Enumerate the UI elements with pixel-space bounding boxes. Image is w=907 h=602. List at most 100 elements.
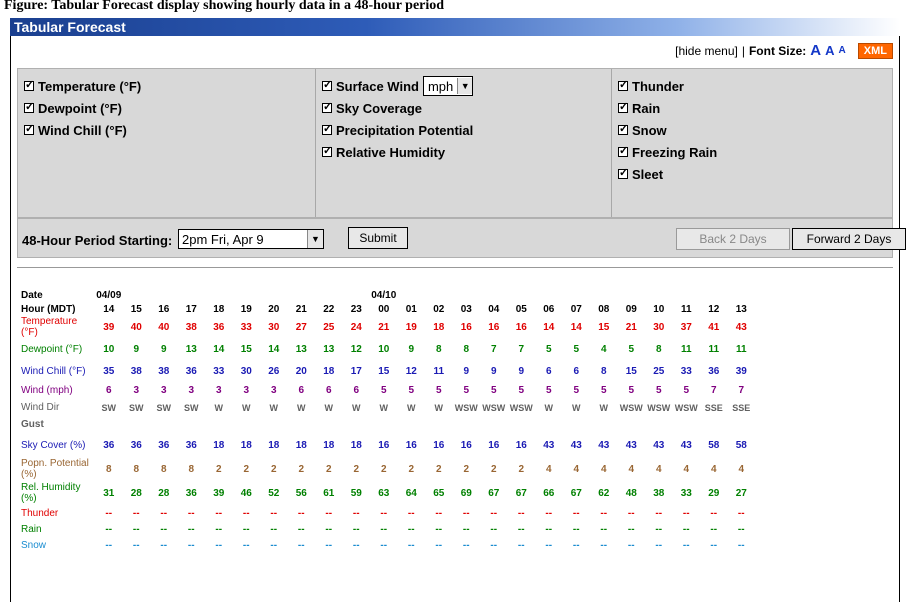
value-cell: 16 [488, 321, 500, 333]
value-cell: 9 [408, 343, 415, 355]
date-cell [425, 288, 453, 302]
value-cell: 18 [240, 439, 252, 451]
chevron-down-icon[interactable]: ▼ [457, 78, 473, 94]
value-cell: 35 [103, 365, 115, 377]
value-cell: -- [105, 523, 113, 535]
value-cell: 36 [185, 487, 197, 499]
row-temperature: Temperature (°F) 39 40 40 38 36 33 30 27 25 24 21 19… [21, 316, 755, 338]
hide-menu-link[interactable]: [hide menu] [675, 44, 738, 58]
checkbox-rain[interactable] [618, 100, 628, 113]
date-cell [288, 288, 316, 302]
value-cell: 43 [680, 439, 692, 451]
checkbox-temperature[interactable] [24, 78, 34, 91]
option-sky-coverage[interactable]: Sky Coverage [322, 97, 605, 119]
value-cell: SW [101, 402, 117, 413]
checkbox-snow[interactable] [618, 122, 628, 135]
checkbox-sky-coverage[interactable] [322, 100, 332, 113]
checkbox-thunder[interactable] [618, 78, 628, 91]
value-cell [288, 416, 316, 433]
value-cell: 2 [518, 463, 525, 475]
value-cell: 8 [600, 365, 607, 377]
value-cell: 11 [680, 343, 692, 355]
font-size-large-link[interactable]: A [810, 42, 821, 59]
value-cell: 11 [735, 343, 747, 355]
value-cell: W [572, 402, 581, 413]
checkbox-precipitation-potential[interactable] [322, 122, 332, 135]
font-size-medium-link[interactable]: A [825, 43, 834, 58]
value-cell [480, 416, 508, 433]
option-dewpoint[interactable]: Dewpoint (°F) [24, 97, 309, 119]
value-cell: 16 [460, 321, 472, 333]
value-cell: -- [187, 539, 195, 551]
row-label: Snow [21, 539, 47, 551]
value-cell: -- [655, 523, 663, 535]
value-cell: 16 [433, 439, 445, 451]
row-label: Wind (mph) [21, 385, 73, 396]
option-freezing-rain[interactable]: Freezing Rain [618, 141, 886, 163]
checkbox-relative-humidity[interactable] [322, 144, 332, 157]
date-cell [645, 288, 673, 302]
option-thunder[interactable]: Thunder [618, 75, 886, 97]
hour-cell: 17 [185, 303, 197, 315]
wind-unit-select[interactable]: mph ▼ [422, 76, 474, 96]
hour-cell: 01 [405, 303, 417, 315]
value-cell: 36 [213, 321, 225, 333]
value-cell: W [214, 402, 224, 413]
value-cell [453, 416, 481, 433]
value-cell: 8 [435, 343, 442, 355]
row-date: Date 04/09 04/10 [21, 288, 755, 302]
hour-cell: 10 [653, 303, 665, 315]
back-2-days-button[interactable]: Back 2 Days [676, 228, 790, 250]
option-temperature[interactable]: Temperature (°F) [24, 75, 309, 97]
hour-cell: 14 [103, 303, 115, 315]
checkbox-surface-wind[interactable] [322, 78, 332, 91]
value-cell: 14 [268, 343, 280, 355]
value-cell: 39 [213, 487, 225, 499]
hour-cell: 18 [213, 303, 225, 315]
period-select[interactable]: 2pm Fri, Apr 9 ▼ [178, 229, 324, 249]
value-cell: 58 [708, 439, 720, 451]
hour-cell: 16 [158, 303, 170, 315]
value-cell [123, 416, 151, 433]
hour-cell: 08 [598, 303, 610, 315]
value-cell: W [324, 402, 334, 413]
row-label: Rain [21, 523, 42, 535]
option-sleet[interactable]: Sleet [618, 163, 886, 185]
checkbox-wind-chill[interactable] [24, 122, 34, 135]
option-wind-chill[interactable]: Wind Chill (°F) [24, 119, 309, 141]
options-column-precip-types: Thunder Rain Snow Freezing Rain Sleet [612, 69, 892, 217]
value-cell [398, 416, 426, 433]
value-cell: 9 [518, 365, 525, 377]
checkbox-freezing-rain[interactable] [618, 144, 628, 157]
option-precipitation-potential[interactable]: Precipitation Potential [322, 119, 605, 141]
option-surface-wind[interactable]: Surface Wind mph▼ [322, 75, 605, 97]
value-cell: 28 [130, 487, 142, 499]
checkbox-dewpoint[interactable] [24, 100, 34, 113]
value-cell: -- [435, 507, 443, 519]
font-size-label: Font Size: [748, 43, 807, 58]
value-cell: 25 [323, 321, 335, 333]
value-cell [233, 416, 261, 433]
value-cell: -- [407, 523, 415, 535]
option-rain[interactable]: Rain [618, 97, 886, 119]
options-column-temperature: Temperature (°F) Dewpoint (°F) Wind Chil… [18, 69, 316, 217]
forward-2-days-button[interactable]: Forward 2 Days [792, 228, 906, 250]
font-size-small-link[interactable]: A [839, 45, 846, 56]
option-label: Sky Coverage [336, 100, 422, 116]
option-snow[interactable]: Snow [618, 119, 886, 141]
value-cell: -- [105, 507, 113, 519]
submit-button[interactable]: Submit [348, 227, 408, 249]
value-cell: -- [737, 539, 745, 551]
value-cell: 28 [158, 487, 170, 499]
value-cell: 36 [103, 439, 115, 451]
value-cell: 43 [598, 439, 610, 451]
period-controls: 48-Hour Period Starting: 2pm Fri, Apr 9 … [17, 218, 906, 258]
chevron-down-icon[interactable]: ▼ [307, 230, 323, 248]
display-options: Temperature (°F) Dewpoint (°F) Wind Chil… [17, 68, 893, 218]
xml-button[interactable]: XML [857, 42, 893, 59]
value-cell: 8 [655, 343, 662, 355]
value-cell: 18 [433, 321, 445, 333]
value-cell: -- [462, 523, 470, 535]
checkbox-sleet[interactable] [618, 166, 628, 179]
option-relative-humidity[interactable]: Relative Humidity [322, 141, 605, 163]
